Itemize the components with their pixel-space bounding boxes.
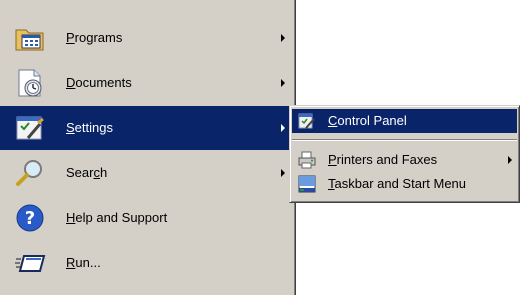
submenu-arrow-icon [281,34,285,42]
submenu-item-printers-and-faxes[interactable]: Printers and Faxes [292,148,517,172]
menu-item-help-and-support[interactable]: ? Help and Support [0,196,294,240]
programs-folder-icon [14,22,46,54]
svg-text:?: ? [25,208,35,229]
documents-icon [14,67,46,99]
settings-icon [14,112,46,144]
printer-icon [298,151,316,169]
run-icon [14,247,46,279]
submenu-item-control-panel[interactable]: Control Panel [292,109,517,133]
help-icon: ? [14,202,46,234]
start-menu: Programs Documents Settings Search ? Hel… [0,0,296,295]
submenu-item-label: Printers and Faxes [328,152,438,167]
submenu-separator [292,139,517,141]
submenu-arrow-icon [281,169,285,177]
submenu-item-label: Taskbar and Start Menu [328,176,467,191]
control-panel-icon [298,112,316,130]
submenu-item-taskbar-and-start-menu[interactable]: Taskbar and Start Menu [292,172,517,196]
menu-item-search[interactable]: Search [0,151,294,195]
menu-item-label: Run... [66,255,101,270]
menu-item-label: Help and Support [66,210,168,225]
menu-item-label: Search [66,165,108,180]
menu-item-programs[interactable]: Programs [0,16,294,60]
menu-item-documents[interactable]: Documents [0,61,294,105]
menu-item-label: Programs [66,30,123,45]
search-icon [14,157,46,189]
taskbar-icon [298,175,316,193]
settings-submenu: Control Panel Printers and Faxes Taskbar… [289,105,520,203]
menu-item-label: Settings [66,120,113,135]
submenu-arrow-icon [281,79,285,87]
submenu-item-label: Control Panel [328,113,407,128]
menu-item-settings[interactable]: Settings [0,106,294,150]
submenu-arrow-icon [508,156,512,164]
submenu-arrow-icon [281,124,285,132]
menu-item-run[interactable]: Run... [0,241,294,285]
menu-item-label: Documents [66,75,132,90]
